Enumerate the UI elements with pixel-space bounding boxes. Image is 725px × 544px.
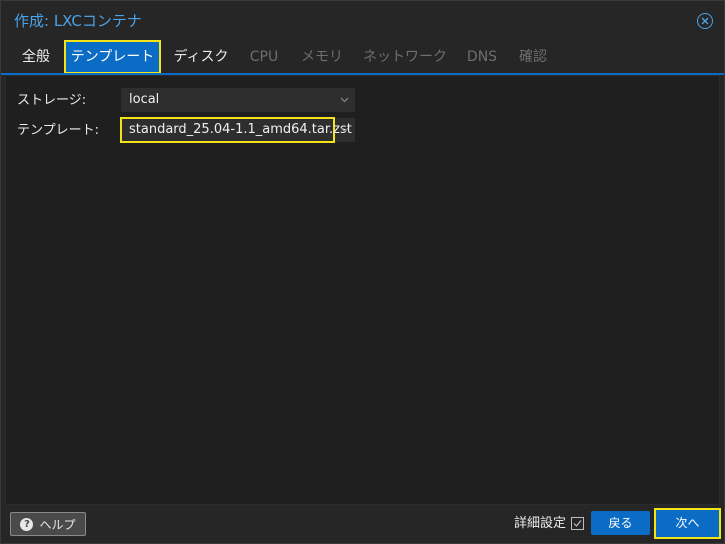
create-lxc-dialog: 作成: LXCコンテナ 全般 テンプレート ディスク CPU メモリ ネットワー…: [0, 0, 725, 544]
close-icon: [701, 17, 709, 25]
chevron-down-icon: [340, 127, 348, 133]
tab-general[interactable]: 全般: [15, 41, 57, 73]
help-label: ヘルプ: [39, 517, 76, 532]
advanced-checkbox[interactable]: [571, 517, 584, 530]
dialog-titlebar: 作成: LXCコンテナ: [1, 1, 724, 41]
tab-disk[interactable]: ディスク: [167, 41, 235, 73]
tab-confirm: 確認: [519, 49, 547, 65]
tab-memory: メモリ: [301, 49, 343, 65]
storage-select[interactable]: local: [121, 88, 355, 112]
close-button[interactable]: [697, 13, 713, 29]
tab-template[interactable]: テンプレート: [64, 40, 161, 74]
tab-dns: DNS: [466, 49, 498, 65]
template-value: standard_25.04-1.1_amd64.tar.zst: [129, 122, 352, 137]
template-select[interactable]: standard_25.04-1.1_amd64.tar.zst: [120, 117, 355, 143]
tab-network: ネットワーク: [363, 49, 447, 65]
checkmark-icon: [573, 520, 582, 527]
dialog-title: 作成: LXCコンテナ: [14, 12, 142, 30]
template-panel: ストレージ: local テンプレート: standard_25.04-1.1_…: [5, 75, 720, 505]
tab-cpu: CPU: [249, 49, 279, 65]
storage-label: ストレージ:: [17, 93, 87, 108]
template-dropdown-trigger[interactable]: [334, 119, 354, 141]
dialog-footer: ? ヘルプ 詳細設定 戻る 次へ: [1, 505, 724, 543]
storage-dropdown-trigger[interactable]: [334, 89, 354, 111]
help-button[interactable]: ? ヘルプ: [10, 512, 86, 536]
template-label: テンプレート:: [17, 123, 99, 138]
chevron-down-icon: [340, 97, 348, 103]
advanced-label: 詳細設定: [514, 516, 567, 531]
question-icon: ?: [20, 517, 34, 531]
back-button[interactable]: 戻る: [591, 511, 650, 535]
next-button[interactable]: 次へ: [654, 508, 721, 539]
storage-value: local: [129, 92, 160, 107]
tab-bar: 全般 テンプレート ディスク CPU メモリ ネットワーク DNS 確認: [1, 40, 724, 74]
